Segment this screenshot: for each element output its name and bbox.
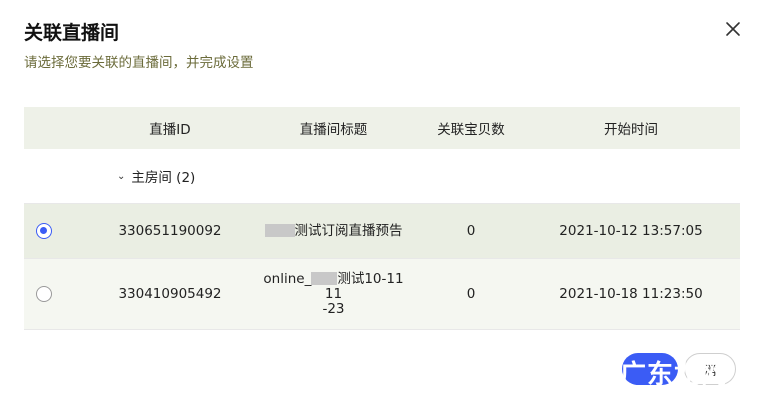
header-room-id: 直播ID	[149, 122, 191, 138]
row-radio[interactable]	[36, 286, 52, 302]
link-live-room-dialog: 关联直播间 请选择您要关联的直播间，并完成设置 直播ID 直播间标题 关联宝贝数…	[0, 0, 758, 404]
table-header: 直播ID 直播间标题 关联宝贝数 开始时间	[24, 107, 740, 149]
cell-title: 测试订阅直播预告	[256, 222, 411, 239]
cell-title: online_ 测试10-11 11 -23	[256, 270, 411, 317]
cell-title-line2: -23	[322, 300, 345, 317]
row-radio-selected[interactable]	[36, 223, 52, 239]
header-product-count: 关联宝贝数	[437, 122, 505, 138]
redacted-text	[311, 271, 338, 285]
dialog-title: 关联直播间	[24, 22, 120, 44]
cell-product-count: 0	[466, 223, 476, 239]
table-row[interactable]: 330410905492 online_ 测试10-11 11 -23 0 202…	[24, 259, 740, 330]
cell-title-text: 测试10-11 11	[324, 270, 404, 302]
table-row[interactable]: 330651190092 测试订阅直播预告 0 2021-10-12 13:57…	[24, 204, 740, 259]
group-label: 主房间 (2)	[131, 170, 196, 186]
header-title: 直播间标题	[299, 122, 368, 138]
cell-room-id: 330410905492	[118, 286, 222, 302]
dialog-footer: 消	[622, 353, 736, 385]
close-button[interactable]	[722, 18, 744, 40]
row-select-cell	[24, 223, 84, 239]
cell-start-time: 2021-10-12 13:57:05	[559, 223, 703, 239]
header-start-time: 开始时间	[604, 122, 658, 138]
live-room-table: 直播ID 直播间标题 关联宝贝数 开始时间 ⌄ 主房间 (2) 33065119…	[24, 107, 740, 330]
cell-title-prefix: online_	[263, 270, 312, 287]
group-toggle[interactable]: ⌄ 主房间 (2)	[117, 166, 195, 186]
cell-start-time: 2021-10-18 11:23:50	[559, 286, 703, 302]
chevron-down-icon: ⌄	[117, 170, 126, 182]
cell-title-text: 测试订阅直播预告	[294, 222, 403, 239]
redacted-text	[264, 223, 295, 237]
dialog-subtitle: 请选择您要关联的直播间，并完成设置	[24, 55, 254, 71]
confirm-button[interactable]	[622, 353, 678, 385]
cell-room-id: 330651190092	[118, 223, 222, 239]
row-select-cell	[24, 286, 84, 302]
close-icon	[726, 22, 740, 36]
cancel-button[interactable]: 消	[684, 353, 736, 385]
cell-product-count: 0	[466, 286, 476, 302]
group-row-main-room: ⌄ 主房间 (2)	[24, 149, 740, 204]
